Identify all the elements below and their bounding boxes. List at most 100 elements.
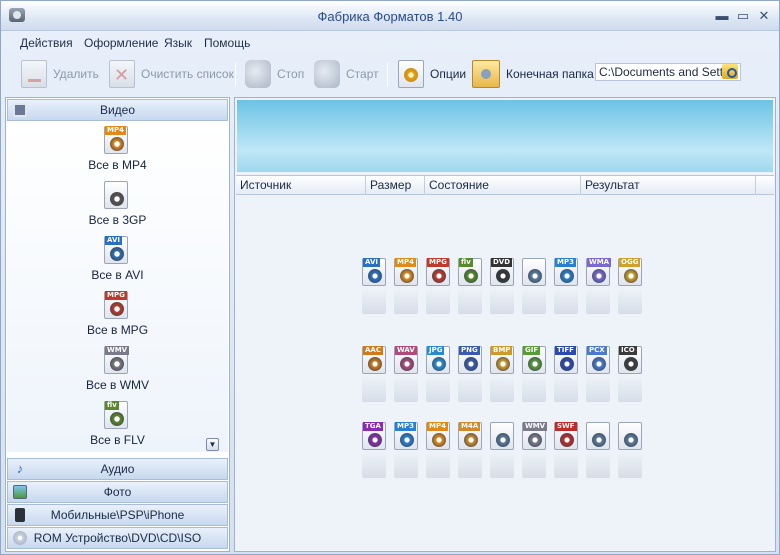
category-audio-header[interactable]: ♪ Аудио [7,458,228,480]
category-video-label: Видео [99,103,136,117]
format-file-icon: WAV [394,346,420,406]
column-result[interactable]: Результат [581,176,756,195]
phone-icon [15,508,25,522]
format-file-icon [522,258,548,318]
task-list-header: Источник Размер Состояние Результат [236,175,774,195]
conversion-categories-panel: Видео MP4 Все в MP4 Все в 3GP AVI Все в AVI M… [5,97,230,552]
format-file-icon: MP4 [426,422,452,482]
format-file-icon: OGG [618,258,644,318]
category-photo-label: Фото [103,485,132,499]
format-file-icon: AAC [362,346,388,406]
format-file-icon: WMA [586,258,612,318]
browse-folder-icon[interactable] [722,64,738,79]
options-button[interactable]: Опции [398,58,466,90]
window-title: Фабрика Форматов 1.40 [317,9,463,24]
menu-appearance[interactable]: Оформление [84,36,158,50]
start-label: Старт [346,67,379,81]
stop-icon [245,60,271,88]
video-formats-list: MP4 Все в MP4 Все в 3GP AVI Все в AVI MPG Все … [7,122,228,452]
format-file-icon: BMP [490,346,516,406]
category-photo-header[interactable]: Фото [7,481,228,503]
menu-language[interactable]: Язык [164,36,192,50]
scroll-down-icon[interactable]: ▼ [206,438,219,451]
video-format-item[interactable]: MPG Все в MPG [7,287,228,342]
video-file-icon: AVI [104,236,130,267]
format-file-icon: DVD [490,258,516,318]
video-format-label: Все в FLV [90,433,145,447]
picture-icon [13,485,27,499]
video-format-label: Все в MPG [86,323,149,337]
category-audio-label: Аудио [100,462,135,476]
format-file-icon: TGA [362,422,388,482]
format-tag: ICO [619,346,637,355]
format-tag: TGA [363,422,383,431]
format-file-icon: WMV [522,422,548,482]
column-size[interactable]: Размер [366,176,425,195]
video-format-item[interactable]: AVI Все в AVI [7,232,228,287]
stop-button[interactable]: Стоп [245,58,304,90]
format-file-icon: MP3 [394,422,420,482]
format-file-icon: SWF [554,422,580,482]
format-tag: WMV [105,346,130,355]
video-format-item[interactable]: WMV Все в WMV [7,342,228,397]
column-source[interactable]: Источник [236,176,366,195]
category-rom-label: ROM Устройство\DVD\CD\ISO [33,531,202,545]
category-video-header[interactable]: Видео [7,99,228,121]
menu-help[interactable]: Помощь [204,36,250,50]
clear-list-icon: ✕ [109,60,135,88]
destination-path-field[interactable]: C:\Documents and Setti [595,63,741,81]
format-tag: PNG [459,346,480,355]
category-mobile-header[interactable]: Мобильные\PSP\iPhone [7,504,228,526]
category-rom-header[interactable]: ROM Устройство\DVD\CD\ISO [7,527,228,549]
delete-button[interactable]: Удалить [21,58,99,90]
format-tag: GIF [523,346,541,355]
disc-icon [13,531,27,545]
format-tag: M4A [459,422,481,431]
format-file-icon: TIFF [554,346,580,406]
format-tag: MP4 [427,422,448,431]
format-tag: AVI [363,258,380,267]
format-file-icon: JPG [426,346,452,406]
menu-bar: Действия Оформление Язык Помощь [1,32,779,54]
video-format-label: Все в AVI [91,268,144,282]
format-tag: MP3 [555,258,576,267]
menu-actions[interactable]: Действия [20,36,73,50]
destination-folder-label: Конечная папка [506,67,594,81]
clear-list-label: Очистить список [141,67,234,81]
format-file-icon: PCX [586,346,612,406]
close-icon[interactable]: ✕ [755,7,773,25]
delete-label: Удалить [53,67,99,81]
format-file-icon: MP3 [554,258,580,318]
format-file-icon: PNG [458,346,484,406]
video-format-item[interactable]: flv Все в FLV [7,397,228,452]
folder-icon [472,60,500,88]
video-format-item[interactable]: Все в 3GP [7,177,228,232]
start-button[interactable]: Старт [314,58,379,90]
task-list[interactable]: AVI MP4 MPG flv DVD MP3 WMA OGG AAC WAV JPG PNG BMP G… [236,196,774,551]
maximize-icon[interactable]: ▭ [734,7,752,25]
video-format-label: Все в 3GP [88,213,147,227]
format-file-icon: ICO [618,346,644,406]
format-tag: MP4 [105,126,126,135]
music-note-icon: ♪ [16,461,24,476]
format-tag: WMA [587,258,612,267]
destination-folder-button[interactable]: Конечная папка [472,58,594,90]
banner [237,100,773,172]
format-tag: flv [459,258,473,267]
format-tag: flv [105,401,119,410]
task-panel: Источник Размер Состояние Результат AVI M… [234,97,776,552]
format-tag: OGG [619,258,641,267]
document-delete-icon [21,60,47,88]
video-file-icon: MPG [104,291,130,322]
video-file-icon [104,181,130,212]
format-tag: SWF [555,422,577,431]
toolbar-separator [387,62,388,86]
column-status[interactable]: Состояние [425,176,581,195]
app-window: Фабрика Форматов 1.40 ▬ ▭ ✕ Действия Офо… [0,0,780,555]
clear-list-button[interactable]: ✕ Очистить список [109,58,234,90]
title-bar[interactable]: Фабрика Форматов 1.40 ▬ ▭ ✕ [1,1,779,31]
format-tag: MP3 [395,422,416,431]
format-file-icon [618,422,644,482]
video-format-item[interactable]: MP4 Все в MP4 [7,122,228,177]
minimize-icon[interactable]: ▬ [713,7,731,25]
